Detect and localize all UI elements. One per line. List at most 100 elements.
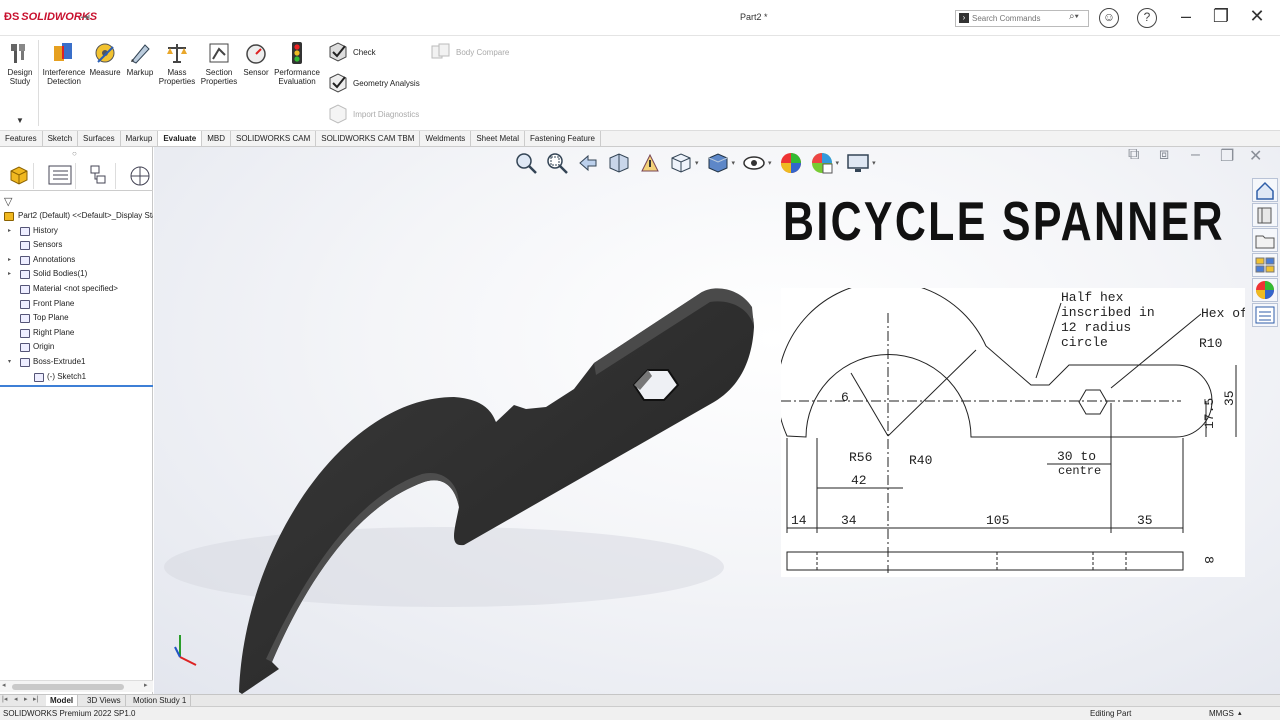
tab-weldments[interactable]: Weldments — [420, 131, 472, 146]
tree-item-boss-extrude1[interactable]: ▾ Boss-Extrude1 — [0, 355, 153, 370]
body-compare-button[interactable]: Body Compare — [430, 41, 509, 63]
graphics-close-icon[interactable]: ✕ — [1249, 147, 1262, 166]
panel-horizontal-scrollbar[interactable]: ◂ ▸ — [0, 680, 153, 692]
note-hex-of: Hex of — [1201, 306, 1245, 321]
performance-evaluation-label: Performance Evaluation — [274, 68, 320, 86]
interference-detection-button[interactable]: Interference Detection — [42, 41, 86, 86]
search-commands-box[interactable]: › ⌕▾ — [955, 10, 1089, 27]
expand-arrow-icon[interactable]: ▸ — [8, 267, 16, 282]
measure-label: Measure — [89, 68, 121, 77]
check-label: Check — [353, 47, 376, 57]
user-account-icon[interactable]: ☺ — [1099, 8, 1119, 28]
tree-item-solid-bodies-1[interactable]: ▸ Solid Bodies(1) — [0, 267, 153, 282]
check-button[interactable]: Check — [327, 41, 376, 63]
pin-menu-icon[interactable]: ⇥ — [80, 10, 90, 24]
history-icon — [20, 226, 30, 236]
tree-item-label: Top Plane — [33, 313, 69, 323]
geometry-analysis-button[interactable]: Geometry Analysis — [327, 72, 420, 94]
measure-button[interactable]: Measure — [89, 41, 121, 77]
dim-label-35-horizontal: 35 — [1137, 513, 1153, 528]
tree-item-history[interactable]: ▸ History — [0, 224, 153, 239]
property-manager-icon — [48, 165, 72, 185]
rollback-bar[interactable] — [0, 385, 153, 387]
sensors-icon — [20, 241, 30, 251]
tab-solidworks-cam[interactable]: SOLIDWORKS CAM — [231, 131, 317, 146]
collapse-arrow-icon[interactable]: ▾ — [8, 355, 16, 370]
dim-label-34: 34 — [841, 513, 857, 528]
solidworks-resources-tab[interactable] — [1252, 178, 1278, 202]
view-palette-tab[interactable] — [1252, 253, 1278, 277]
property-manager-tab[interactable] — [44, 163, 76, 189]
tree-item-annotations[interactable]: ▸ Annotations — [0, 253, 153, 268]
panel-collapse-handle[interactable]: ○ — [72, 149, 77, 158]
dimxpert-manager-tab[interactable] — [122, 163, 153, 189]
performance-evaluation-button[interactable]: Performance Evaluation — [274, 41, 320, 86]
dim-label-14: 14 — [791, 513, 807, 528]
prev-tab-arrow-icon[interactable]: ◂ — [14, 695, 18, 703]
configuration-manager-tab[interactable] — [84, 163, 116, 189]
tree-item-right-plane[interactable]: Right Plane — [0, 326, 153, 341]
sensor-button[interactable]: Sensor — [242, 41, 270, 77]
tree-item-material-not-specified[interactable]: Material <not specified> — [0, 282, 153, 297]
view-settings-caret-icon[interactable]: ▾ — [872, 159, 876, 167]
custom-properties-tab[interactable] — [1252, 303, 1278, 327]
search-input[interactable] — [972, 12, 1068, 25]
unit-system-caret-icon[interactable]: ▴ — [1238, 707, 1242, 720]
tab-features[interactable]: Features — [0, 131, 43, 146]
markup-button[interactable]: Markup — [124, 41, 156, 77]
last-tab-arrow-icon[interactable]: ▸| — [33, 695, 38, 703]
origin-icon — [20, 343, 30, 353]
tab-sketch[interactable]: Sketch — [43, 131, 79, 146]
graphics-minimize-icon[interactable]: – — [1191, 147, 1200, 164]
close-button[interactable]: ✕ — [1243, 6, 1271, 27]
tree-item-origin[interactable]: Origin — [0, 340, 153, 355]
tree-item-top-plane[interactable]: Top Plane — [0, 311, 153, 326]
expand-arrow-icon[interactable]: ▸ — [8, 224, 16, 239]
ribbon-expand-icon[interactable]: ▼ — [16, 116, 24, 125]
tile-left-icon[interactable]: ⧉ — [1128, 147, 1139, 164]
design-library-tab[interactable] — [1252, 203, 1278, 227]
expand-arrow-icon[interactable]: ▸ — [8, 253, 16, 268]
scroll-right-arrow-icon[interactable]: ▸ — [144, 681, 148, 689]
unit-system[interactable]: MMGS — [1209, 707, 1234, 720]
search-icon[interactable]: ⌕▾ — [1069, 11, 1079, 22]
tab-markup[interactable]: Markup — [121, 131, 159, 146]
tab-surfaces[interactable]: Surfaces — [78, 131, 121, 146]
tab-fastening-feature[interactable]: Fastening Feature — [525, 131, 601, 146]
filter-icon[interactable]: ▽ — [4, 195, 12, 208]
tab-solidworks-cam-tbm[interactable]: SOLIDWORKS CAM TBM — [316, 131, 421, 146]
graphics-restore-icon[interactable]: ❐ — [1220, 147, 1234, 166]
view-settings-icon[interactable] — [846, 151, 870, 175]
appearances-tab[interactable] — [1252, 278, 1278, 302]
scroll-left-arrow-icon[interactable]: ◂ — [2, 681, 6, 689]
tab-mbd[interactable]: MBD — [202, 131, 231, 146]
interference-detection-icon — [54, 43, 72, 61]
spanner-3d-model[interactable] — [154, 147, 794, 694]
geometry-analysis-icon — [329, 73, 347, 93]
tile-right-icon[interactable]: ⧈ — [1159, 147, 1169, 164]
tree-item-sketch1[interactable]: (-) Sketch1 — [0, 370, 153, 385]
tree-item-front-plane[interactable]: Front Plane — [0, 297, 153, 312]
section-properties-button[interactable]: Section Properties — [199, 41, 239, 86]
scrollbar-thumb[interactable] — [12, 684, 124, 690]
design-study-button[interactable]: Design Study — [4, 41, 36, 86]
tab-evaluate[interactable]: Evaluate — [158, 131, 203, 146]
graphics-area[interactable]: ▾ ▾ ▾ ▾ ▾ ⧉ ⧈ – ❐ ✕ BICYCLE SPANNER Half… — [154, 147, 1280, 694]
tree-item-sensors[interactable]: Sensors — [0, 238, 153, 253]
mass-properties-button[interactable]: Mass Properties — [158, 41, 196, 86]
next-tab-arrow-icon[interactable]: ▸ — [24, 695, 28, 703]
restore-button[interactable]: ❐ — [1207, 6, 1235, 27]
apply-scene-icon[interactable] — [810, 151, 834, 175]
tree-item-label: Material <not specified> — [33, 283, 118, 293]
section-properties-icon — [209, 43, 229, 63]
apply-scene-caret-icon[interactable]: ▾ — [836, 159, 840, 167]
minimize-button[interactable]: – — [1172, 6, 1200, 27]
help-icon[interactable]: ? — [1137, 8, 1157, 28]
tree-root-part[interactable]: Part2 (Default) <<Default>_Display Sta — [0, 209, 153, 224]
file-explorer-tab[interactable] — [1252, 228, 1278, 252]
first-tab-arrow-icon[interactable]: |◂ — [2, 695, 7, 703]
dim-label-6: 6 — [841, 390, 849, 405]
tab-sheet-metal[interactable]: Sheet Metal — [471, 131, 526, 146]
import-diagnostics-button[interactable]: Import Diagnostics — [327, 103, 419, 125]
feature-manager-tab[interactable] — [2, 163, 34, 189]
